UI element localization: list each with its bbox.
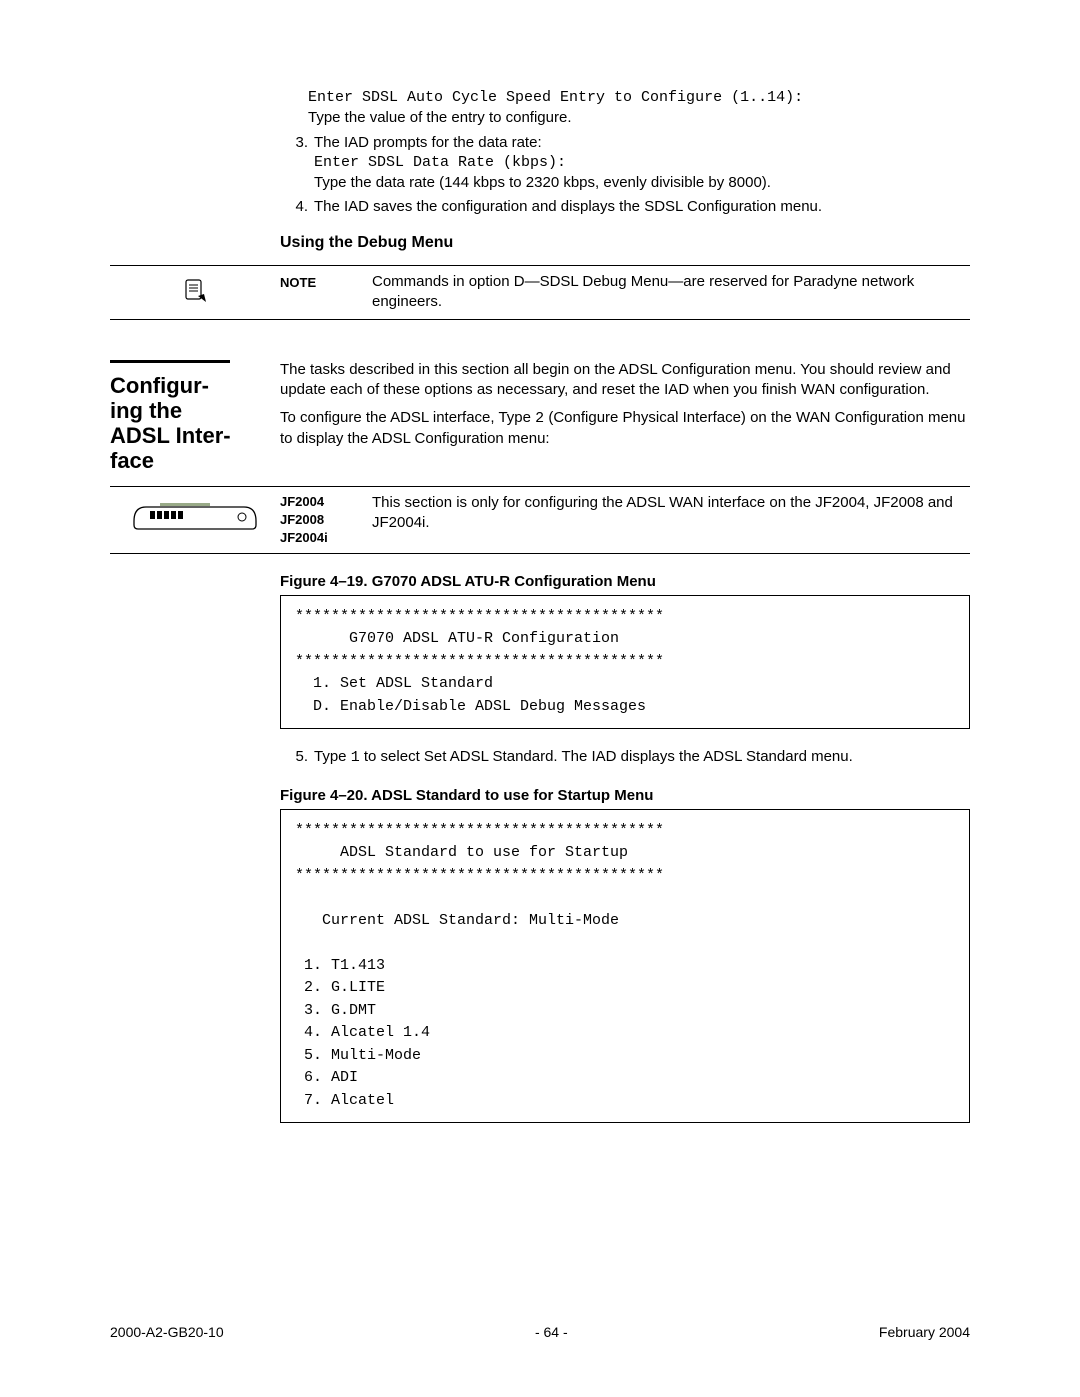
figure-4-19-terminal: ****************************************… xyxy=(280,595,970,730)
step-3-text: The IAD prompts for the data rate: xyxy=(314,133,970,153)
note-icon xyxy=(180,276,210,310)
step-4-text: The IAD saves the configuration and disp… xyxy=(314,197,970,217)
adsl-paragraph-2: To configure the ADSL interface, Type 2 … xyxy=(280,408,970,450)
page: Enter SDSL Auto Cycle Speed Entry to Con… xyxy=(0,0,1080,1397)
step-5-b: to select Set ADSL Standard. The IAD dis… xyxy=(360,748,853,765)
device-icon xyxy=(130,497,260,531)
figure-4-20-caption: Figure 4–20. ADSL Standard to use for St… xyxy=(280,786,970,806)
footer-doc-id: 2000-A2-GB20-10 xyxy=(110,1323,224,1342)
adsl-paragraph-1: The tasks described in this section all … xyxy=(280,360,970,401)
step-5-text: Type 1 to select Set ADSL Standard. The … xyxy=(314,747,970,768)
figure-4-20-terminal: ****************************************… xyxy=(280,809,970,1124)
step-3-desc: Type the data rate (144 kbps to 2320 kbp… xyxy=(314,173,970,193)
model-list: JF2004 JF2008 JF2004i xyxy=(280,493,372,548)
note-text: Commands in option D—SDSL Debug Menu—are… xyxy=(372,272,970,313)
note-label: NOTE xyxy=(280,272,372,313)
sdsl-auto-cycle-desc: Type the value of the entry to configure… xyxy=(308,108,970,128)
footer-date: February 2004 xyxy=(879,1323,970,1342)
adsl-p2-code: 2 xyxy=(535,410,544,427)
note-block: NOTE Commands in option D—SDSL Debug Men… xyxy=(110,265,970,320)
step-3-num: 3. xyxy=(280,133,314,194)
step-3-mono: Enter SDSL Data Rate (kbps): xyxy=(314,153,970,173)
step-4: 4. The IAD saves the configuration and d… xyxy=(280,197,970,217)
step-5-num: 5. xyxy=(280,747,314,768)
step-5-a: Type xyxy=(314,748,351,765)
side-heading: Configur- ing the ADSL Inter- face xyxy=(110,373,280,474)
intro-block: Enter SDSL Auto Cycle Speed Entry to Con… xyxy=(110,88,970,261)
model-text: This section is only for configuring the… xyxy=(372,493,970,548)
sdsl-auto-cycle-prompt: Enter SDSL Auto Cycle Speed Entry to Con… xyxy=(308,88,970,108)
footer-page-num: - 64 - xyxy=(535,1323,568,1342)
step-3: 3. The IAD prompts for the data rate: En… xyxy=(280,133,970,194)
figure-4-19-caption: Figure 4–19. G7070 ADSL ATU-R Configurat… xyxy=(280,572,970,592)
step-5-code: 1 xyxy=(351,749,360,766)
side-heading-rule xyxy=(110,360,230,363)
page-footer: 2000-A2-GB20-10 - 64 - February 2004 xyxy=(110,1323,970,1342)
model-block: JF2004 JF2008 JF2004i This section is on… xyxy=(110,486,970,555)
step-4-num: 4. xyxy=(280,197,314,217)
debug-menu-heading: Using the Debug Menu xyxy=(280,232,970,254)
adsl-p2-a: To configure the ADSL interface, Type xyxy=(280,409,535,426)
adsl-section: Configur- ing the ADSL Inter- face The t… xyxy=(110,360,970,474)
step-5: 5. Type 1 to select Set ADSL Standard. T… xyxy=(280,747,970,768)
